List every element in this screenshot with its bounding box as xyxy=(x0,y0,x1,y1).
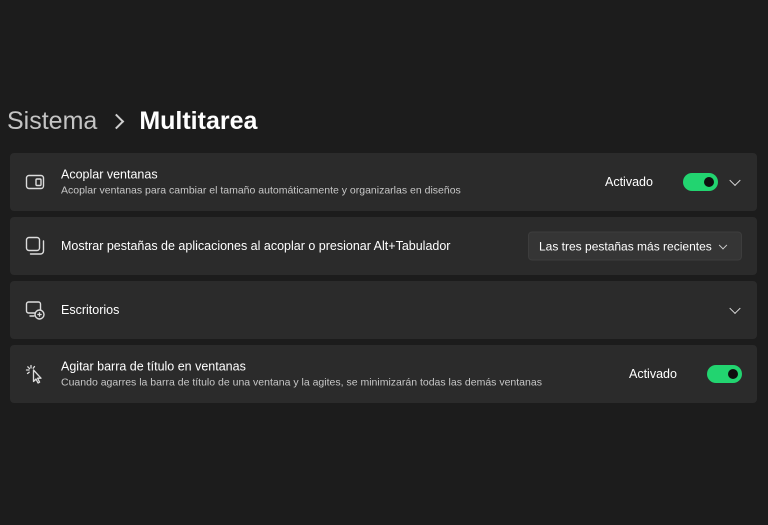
chevron-down-icon[interactable] xyxy=(729,302,741,315)
app-tabs-dropdown[interactable]: Las tres pestañas más recientes xyxy=(528,231,742,261)
desktops-card[interactable]: Escritorios xyxy=(10,281,757,339)
chevron-down-icon[interactable] xyxy=(729,174,741,187)
snap-windows-title: Acoplar ventanas xyxy=(61,167,158,182)
breadcrumb: Sistema Multitarea xyxy=(7,104,257,138)
breadcrumb-sistema[interactable]: Sistema xyxy=(7,107,97,136)
shake-title-bar-toggle[interactable] xyxy=(707,365,742,383)
desktops-title: Escritorios xyxy=(61,303,120,317)
snap-windows-status: Activado xyxy=(605,175,653,189)
toggle-knob xyxy=(704,177,714,187)
shake-title-bar-title: Agitar barra de título en ventanas xyxy=(61,359,246,374)
page-title: Multitarea xyxy=(139,106,258,135)
shake-title-bar-status: Activado xyxy=(629,367,677,381)
shake-title-bar-card: Agitar barra de título en ventanas Cuand… xyxy=(10,345,757,403)
app-tabs-dropdown-value: Las tres pestañas más recientes xyxy=(539,239,712,253)
snap-windows-card[interactable]: Acoplar ventanas Acoplar ventanas para c… xyxy=(10,153,757,211)
desktops-icon xyxy=(25,301,45,320)
snap-windows-description: Acoplar ventanas para cambiar el tamaño … xyxy=(61,184,461,197)
toggle-knob xyxy=(728,369,738,379)
app-tabs-title: Mostrar pestañas de aplicaciones al acop… xyxy=(61,239,451,253)
shake-title-bar-description: Cuando agarres la barra de título de una… xyxy=(61,376,542,389)
settings-page: Sistema Multitarea Acoplar ventanas Acop… xyxy=(0,0,768,525)
chevron-right-icon xyxy=(109,113,125,129)
snap-windows-icon xyxy=(25,174,45,190)
shake-cursor-icon xyxy=(25,364,42,384)
app-tabs-card: Mostrar pestañas de aplicaciones al acop… xyxy=(10,217,757,275)
snap-windows-toggle[interactable] xyxy=(683,173,718,191)
chevron-down-icon xyxy=(718,240,728,250)
app-tabs-icon xyxy=(25,236,45,255)
